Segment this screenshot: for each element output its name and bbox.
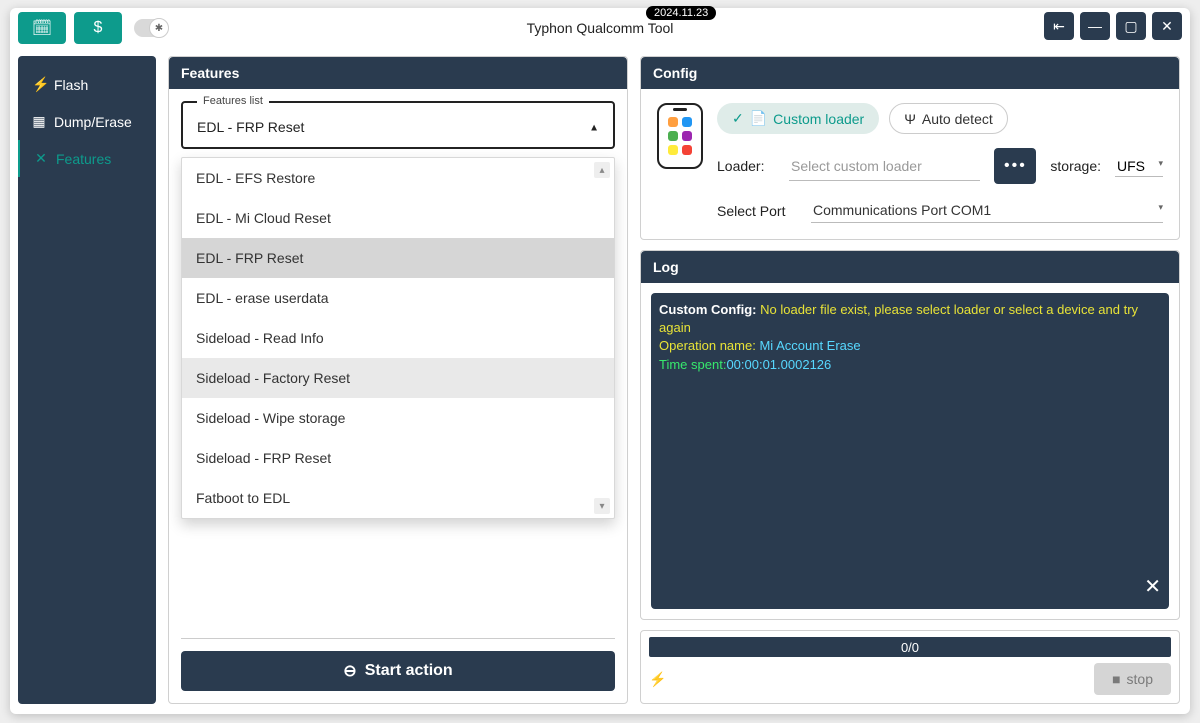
features-panel-title: Features [169, 57, 627, 89]
sidebar-item-label: Features [56, 151, 111, 167]
custom-loader-chip[interactable]: ✓ 📄 Custom loader [717, 103, 879, 134]
calendar-icon: 🗓 [32, 18, 52, 38]
bottom-strip: 0/0 ⚡ ■ stop [640, 630, 1180, 704]
clear-log-button[interactable]: ✕ [1144, 573, 1161, 601]
titlebar: 🗓 $ ✱ Typhon Qualcomm Tool 2024.11.23 ⇤ … [10, 8, 1190, 48]
bolt-icon: ⚡ [32, 76, 46, 93]
features-option[interactable]: EDL - EFS Restore [182, 158, 614, 198]
features-panel: Features Features list EDL - FRP Reset ▲… [168, 56, 628, 704]
sidebar: ⚡ Flash ▦ Dump/Erase ✕ Features [18, 56, 156, 704]
check-icon: ✓ [732, 110, 744, 127]
pricing-button[interactable]: $ [74, 12, 122, 44]
features-option[interactable]: EDL - FRP Reset [182, 238, 614, 278]
log-label: Operation name: [659, 338, 756, 353]
start-action-label: Start action [365, 662, 453, 680]
stop-label: stop [1127, 671, 1153, 687]
features-select-legend: Features list [197, 95, 269, 107]
log-label: Time spent: [659, 357, 726, 372]
usb-icon: Ψ [904, 111, 916, 127]
minus-icon: — [1088, 18, 1102, 34]
features-output-box [181, 527, 615, 639]
sidebar-item-label: Flash [54, 77, 88, 93]
close-button[interactable]: ✕ [1152, 12, 1182, 40]
device-icon [657, 103, 703, 169]
scroll-up-icon[interactable]: ▴ [594, 162, 610, 178]
features-select-value: EDL - FRP Reset ▲ [183, 109, 613, 147]
version-badge: 2024.11.23 [646, 6, 716, 20]
browse-loader-button[interactable]: ••• [994, 148, 1036, 184]
sidebar-item-dump-erase[interactable]: ▦ Dump/Erase [18, 103, 156, 140]
chevron-down-icon: ▾ [1158, 202, 1163, 213]
log-value: 00:00:01.0002126 [726, 357, 831, 372]
file-icon: 📄 [750, 110, 767, 127]
features-dropdown: ▴ EDL - EFS Restore EDL - Mi Cloud Reset… [181, 157, 615, 519]
progress-text: 0/0 [901, 640, 919, 655]
scroll-down-icon[interactable]: ▾ [594, 498, 610, 514]
features-option[interactable]: Fatboot to EDL [182, 478, 614, 518]
features-option[interactable]: Sideload - FRP Reset [182, 438, 614, 478]
sidebar-item-label: Dump/Erase [54, 114, 132, 130]
port-label: Select Port [717, 203, 797, 219]
app-window: 🗓 $ ✱ Typhon Qualcomm Tool 2024.11.23 ⇤ … [10, 8, 1190, 714]
stop-button[interactable]: ■ stop [1094, 663, 1171, 695]
exit-icon: ⇤ [1053, 18, 1065, 35]
chevron-down-icon: ▾ [1158, 158, 1163, 169]
features-option[interactable]: Sideload - Read Info [182, 318, 614, 358]
sidebar-item-flash[interactable]: ⚡ Flash [18, 66, 156, 103]
config-panel-title: Config [641, 57, 1179, 89]
minimize-button[interactable]: — [1080, 12, 1110, 40]
features-option[interactable]: EDL - Mi Cloud Reset [182, 198, 614, 238]
auto-detect-chip[interactable]: Ψ Auto detect [889, 103, 1008, 134]
storage-label: storage: [1050, 158, 1101, 174]
theme-toggle[interactable]: ✱ [134, 19, 168, 37]
sidebar-item-features[interactable]: ✕ Features [18, 140, 156, 177]
stop-icon: ■ [1112, 671, 1120, 687]
log-value: Mi Account Erase [759, 338, 860, 353]
features-select[interactable]: Features list EDL - FRP Reset ▲ [181, 101, 615, 149]
start-action-button[interactable]: ⊖ Start action [181, 651, 615, 691]
config-panel: Config ✓ 📄 Custom loader [640, 56, 1180, 240]
sun-icon: ✱ [155, 23, 163, 34]
start-icon: ⊖ [343, 661, 356, 681]
chevron-up-icon: ▲ [589, 123, 599, 134]
tools-icon: ✕ [34, 150, 48, 167]
features-option[interactable]: Sideload - Wipe storage [182, 398, 614, 438]
app-title: Typhon Qualcomm Tool [10, 20, 1190, 36]
x-icon: ✕ [1161, 18, 1173, 35]
log-panel: Log Custom Config: No loader file exist,… [640, 250, 1180, 620]
logout-button[interactable]: ⇤ [1044, 12, 1074, 40]
log-output: Custom Config: No loader file exist, ple… [651, 293, 1169, 609]
status-bolt-icon: ⚡ [649, 671, 666, 688]
close-icon: ✕ [1144, 576, 1161, 598]
storage-select[interactable]: UFS ▾ [1115, 156, 1163, 177]
square-icon: ▢ [1124, 18, 1137, 35]
dollar-icon: $ [94, 19, 103, 37]
port-select[interactable]: Communications Port COM1 ▾ [811, 198, 1163, 223]
progress-bar: 0/0 [649, 637, 1171, 657]
ellipsis-icon: ••• [1004, 157, 1027, 174]
log-label: Custom Config: [659, 302, 756, 317]
loader-label: Loader: [717, 158, 775, 174]
loader-input[interactable] [789, 152, 980, 181]
log-panel-title: Log [641, 251, 1179, 283]
features-option[interactable]: Sideload - Factory Reset [182, 358, 614, 398]
maximize-button[interactable]: ▢ [1116, 12, 1146, 40]
features-option[interactable]: EDL - erase userdata [182, 278, 614, 318]
calendar-button[interactable]: 🗓 [18, 12, 66, 44]
grid-icon: ▦ [32, 113, 46, 130]
